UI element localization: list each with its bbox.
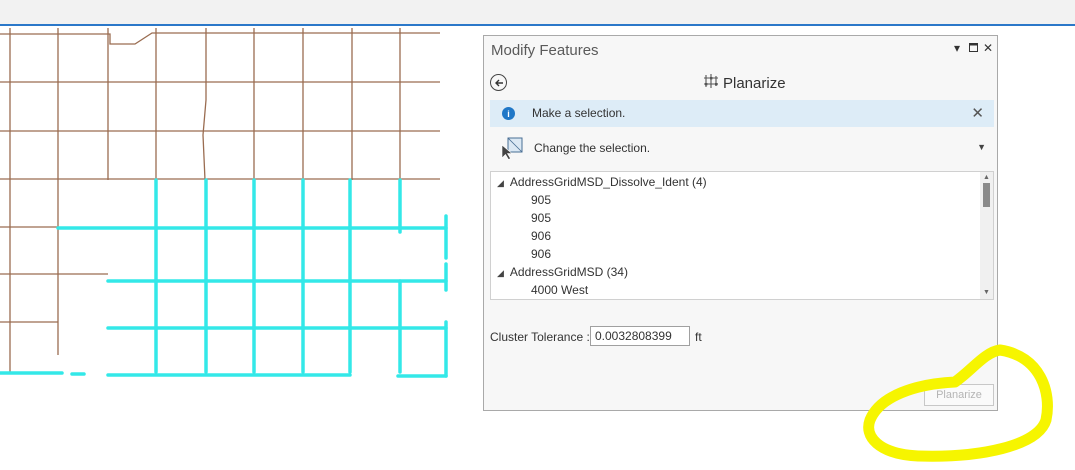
tool-name: Planarize <box>723 74 786 92</box>
selection-tree[interactable]: ◢ AddressGridMSD_Dissolve_Ident (4) 905 905… <box>490 171 994 300</box>
scrollbar[interactable]: ▲ ▼ <box>980 172 993 299</box>
modify-features-pane: Modify Features ▾ ✕ Planarize i Make a s… <box>483 35 998 411</box>
info-icon: i <box>502 107 515 120</box>
message-bar: i Make a selection. ✕ <box>490 100 994 127</box>
select-by-rectangle-icon <box>500 136 524 165</box>
cluster-tolerance-label: Cluster Tolerance : <box>490 330 590 344</box>
tree-item-label: AddressGridMSD (34) <box>509 265 628 279</box>
message-text: Make a selection. <box>532 106 626 120</box>
pane-title: Modify Features <box>491 42 599 59</box>
tree-feature-item[interactable]: 905 <box>531 211 551 225</box>
cluster-tolerance-input[interactable] <box>590 326 690 346</box>
tree-feature-item[interactable]: 906 <box>531 247 551 261</box>
back-arrow-icon[interactable] <box>490 74 507 91</box>
collapse-triangle-icon[interactable]: ◢ <box>497 268 504 278</box>
close-icon[interactable]: ✕ <box>981 40 995 56</box>
change-selection-dropdown[interactable]: Change the selection. ▼ <box>500 136 994 162</box>
tree-feature-item[interactable]: 906 <box>531 229 551 243</box>
tree-item-label: 906 <box>531 229 552 243</box>
chevron-down-icon[interactable]: ▼ <box>977 142 986 152</box>
tree-item-label: 906 <box>531 247 552 261</box>
close-icon[interactable]: ✕ <box>971 104 984 122</box>
tolerance-unit: ft <box>695 330 702 344</box>
planarize-icon <box>703 73 719 93</box>
tree-layer-node[interactable]: ◢ AddressGridMSD (34) <box>497 265 628 279</box>
chevron-down-icon[interactable]: ▾ <box>950 40 964 56</box>
tree-item-label: 905 <box>531 211 552 225</box>
maximize-icon[interactable] <box>966 40 980 56</box>
tree-item-label: 905 <box>531 193 552 207</box>
road-line <box>0 32 440 45</box>
scroll-down-icon[interactable]: ▼ <box>980 288 993 298</box>
change-selection-label: Change the selection. <box>534 141 651 155</box>
collapse-triangle-icon[interactable]: ◢ <box>497 178 504 188</box>
tool-header: Planarize <box>703 73 786 93</box>
scroll-thumb[interactable] <box>983 183 990 207</box>
tree-feature-item[interactable]: 4000 West <box>531 283 588 297</box>
tree-item-label: AddressGridMSD_Dissolve_Ident (4) <box>509 175 707 189</box>
tree-feature-item[interactable]: 905 <box>531 193 551 207</box>
scroll-up-icon[interactable]: ▲ <box>980 173 993 183</box>
road-line <box>202 28 207 181</box>
planarize-button[interactable]: Planarize <box>924 384 994 406</box>
tree-layer-node[interactable]: ◢ AddressGridMSD_Dissolve_Ident (4) <box>497 175 707 189</box>
tree-item-label: 4000 West <box>531 283 589 297</box>
